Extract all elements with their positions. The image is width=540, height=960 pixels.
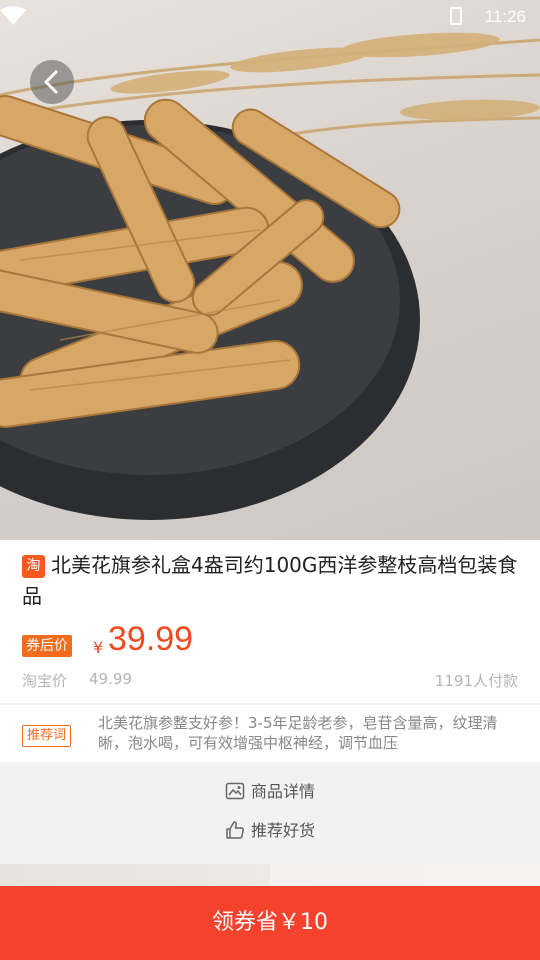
recommendation: 推荐词 北美花旗参整支好参！3-5年足龄老参，皂苷含量高，纹理清晰，泡水喝，可有… <box>0 705 540 762</box>
recommend-goods-link[interactable]: 推荐好货 <box>0 816 540 846</box>
recommend-tag: 推荐词 <box>22 725 72 747</box>
product-title: 淘北美花旗参礼盒4盎司约100G西洋参整枝高档包装食品 <box>22 550 522 612</box>
product-info: 淘北美花旗参礼盒4盎司约100G西洋参整枝高档包装食品 券后价 ¥ 39.99 … <box>0 540 540 703</box>
status-bar: 11:26 <box>0 0 540 36</box>
image-icon <box>225 782 245 800</box>
currency-symbol: ¥ <box>93 638 104 657</box>
coupon-price-label: 券后价 <box>22 635 72 657</box>
original-price: 49.99 <box>89 670 132 688</box>
product-title-text: 北美花旗参礼盒4盎司约100G西洋参整枝高档包装食品 <box>22 553 518 608</box>
get-coupon-button[interactable]: 领券省￥10 <box>0 886 540 960</box>
thumbs-up-icon <box>226 821 244 839</box>
image-preview-strip <box>0 864 540 888</box>
chevron-left-icon <box>44 70 58 94</box>
coupon-price: 39.99 <box>108 620 194 658</box>
battery-icon <box>450 7 462 25</box>
product-details-link[interactable]: 商品详情 <box>0 777 540 807</box>
taobao-badge-icon: 淘 <box>22 555 45 578</box>
sales-count: 1191人付款 <box>434 672 518 690</box>
product-image[interactable]: 11:26 <box>0 0 540 540</box>
original-price-label: 淘宝价 <box>22 672 68 690</box>
back-button[interactable] <box>30 60 74 104</box>
recommend-text: 北美花旗参整支好参！3-5年足龄老参，皂苷含量高，纹理清晰，泡水喝，可有效增强中… <box>98 714 498 752</box>
wifi-icon <box>0 6 26 25</box>
product-details-label: 商品详情 <box>250 782 315 801</box>
status-time: 11:26 <box>484 7 526 26</box>
recommend-goods-label: 推荐好货 <box>250 821 315 840</box>
ginseng-photo <box>0 32 540 520</box>
detail-links: 商品详情 推荐好货 <box>0 762 540 864</box>
